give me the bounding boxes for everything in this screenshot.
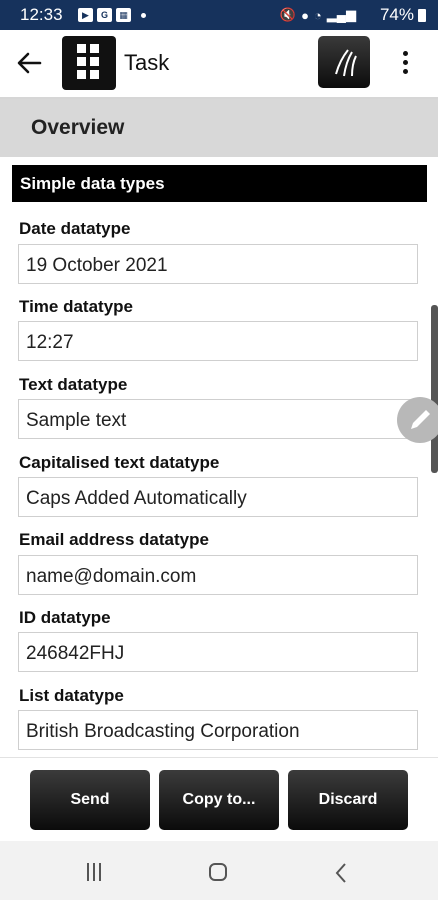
page-title: Task bbox=[124, 50, 170, 75]
battery-icon bbox=[418, 9, 426, 22]
more-options-icon[interactable] bbox=[398, 48, 412, 78]
back-arrow-icon[interactable] bbox=[14, 48, 44, 78]
scrollbar[interactable] bbox=[431, 305, 438, 473]
section-title: Simple data types bbox=[20, 174, 165, 193]
id-field-label: ID datatype bbox=[19, 608, 111, 627]
text-field-label: Text datatype bbox=[19, 375, 128, 394]
google-icon: G bbox=[97, 8, 112, 22]
app-bar: Task bbox=[0, 30, 438, 99]
notification-icons: ▶ G ▦ bbox=[78, 8, 146, 22]
caps-input[interactable]: Caps Added Automatically bbox=[18, 477, 418, 517]
status-time: 12:33 bbox=[20, 5, 63, 24]
section-header: Simple data types bbox=[12, 165, 427, 202]
wifi-icon: ◔ bbox=[313, 7, 322, 23]
date-input[interactable]: 19 October 2021 bbox=[18, 244, 418, 284]
email-input[interactable]: name@domain.com bbox=[18, 555, 418, 595]
nav-back-icon[interactable] bbox=[334, 862, 348, 884]
system-icons: 🔇 ● ◔ ▂▄▆ bbox=[280, 7, 356, 23]
image-icon: ▦ bbox=[116, 8, 131, 22]
pencil-icon bbox=[411, 410, 430, 429]
recent-apps-icon[interactable] bbox=[87, 863, 107, 881]
battery-level: 74% bbox=[379, 5, 414, 24]
sync-button[interactable] bbox=[318, 36, 370, 88]
overview-header: Overview bbox=[0, 99, 438, 157]
send-button[interactable]: Send bbox=[30, 770, 150, 830]
id-input[interactable]: 246842FHJ bbox=[18, 632, 418, 672]
edit-button[interactable] bbox=[397, 397, 438, 443]
discard-button[interactable]: Discard bbox=[288, 770, 408, 830]
signal-icon: ▂▄▆ bbox=[326, 7, 356, 22]
caps-field-label: Capitalised text datatype bbox=[19, 453, 220, 472]
time-input[interactable]: 12:27 bbox=[18, 321, 418, 361]
text-input[interactable]: Sample text bbox=[18, 399, 418, 439]
more-notifications-icon bbox=[141, 12, 146, 18]
copy-to-button[interactable]: Copy to... bbox=[159, 770, 279, 830]
time-field-label: Time datatype bbox=[19, 297, 134, 316]
email-field-label: Email address datatype bbox=[19, 530, 209, 549]
date-field-label: Date datatype bbox=[19, 219, 131, 238]
status-bar: 12:33 ▶ G ▦ 🔇 ● ◔ ▂▄▆ 74% bbox=[0, 0, 438, 30]
road-sync-icon bbox=[335, 49, 357, 77]
home-icon[interactable] bbox=[209, 863, 227, 881]
list-select[interactable]: British Broadcasting Corporation bbox=[18, 710, 418, 750]
overview-label: Overview bbox=[31, 116, 125, 139]
system-nav-bar bbox=[0, 841, 438, 900]
list-field-label: List datatype bbox=[19, 686, 124, 705]
mute-icon: 🔇 bbox=[279, 7, 297, 22]
youtube-icon: ▶ bbox=[78, 8, 93, 22]
app-logo-icon bbox=[62, 36, 116, 90]
location-icon: ● bbox=[301, 7, 309, 23]
